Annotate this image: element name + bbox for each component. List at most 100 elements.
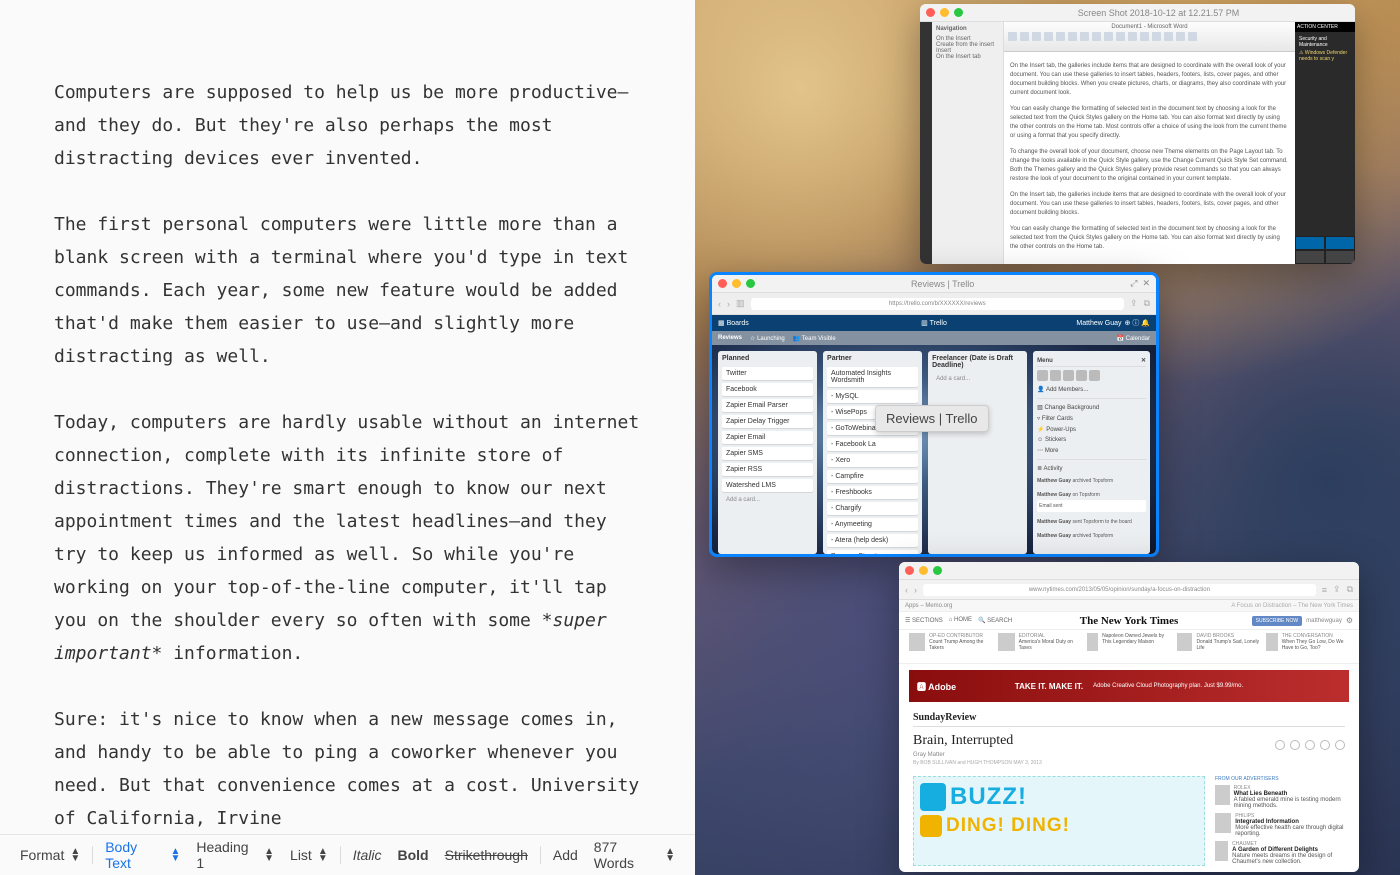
list-title: Planned (722, 355, 813, 362)
user-menu[interactable]: Matthew Guay ⊕ ⓘ 🔔 (1076, 318, 1150, 328)
tabs-icon[interactable]: ⧉ (1144, 298, 1150, 309)
home-button[interactable]: ⌂ HOME (949, 617, 972, 624)
bold-button[interactable]: Bold (394, 843, 433, 867)
nyt-logo[interactable]: The New York Times (1080, 615, 1179, 627)
close-icon[interactable]: ✕ (1142, 278, 1150, 289)
featured-item[interactable]: EDITORIALAmerica's Moral Duty on Taxes (998, 633, 1081, 660)
close-icon[interactable]: ✕ (1141, 357, 1146, 364)
list-freelancer[interactable]: Freelancer (Date is Draft Deadline) Add … (928, 351, 1027, 554)
trello-header: ▦ Boards ▥ Trello Matthew Guay ⊕ ⓘ 🔔 (712, 315, 1156, 331)
list-planned[interactable]: Planned Twitter Facebook Zapier Email Pa… (718, 351, 817, 554)
member-avatars (1037, 370, 1146, 381)
nyt-masthead: ☰ SECTIONS ⌂ HOME 🔍 SEARCH The New York … (899, 612, 1359, 630)
italic-button[interactable]: Italic (349, 843, 386, 867)
featured-item[interactable]: Napoleon Owned Jewels by This Legendary … (1087, 633, 1170, 660)
add-button[interactable]: Add (549, 843, 582, 867)
share-icon[interactable]: ⇪ (1333, 584, 1341, 595)
search-button[interactable]: 🔍 SEARCH (978, 617, 1012, 624)
traffic-lights[interactable] (905, 566, 942, 575)
menu-item[interactable]: ▿ Filter Cards (1037, 413, 1146, 424)
list-title: Freelancer (Date is Draft Deadline) (932, 355, 1023, 369)
reader-icon[interactable]: ≡ (1322, 585, 1327, 595)
paragraph: Computers are supposed to help us be mor… (54, 76, 641, 175)
menu-item[interactable]: ⚡ Power-Ups (1037, 424, 1146, 435)
mission-control-pane: Screen Shot 2018-10-12 at 12.21.57 PM Na… (695, 0, 1400, 875)
featured-item[interactable]: DAVID BROOKSDonald Trump's Sad, Lonely L… (1177, 633, 1260, 660)
card[interactable]: - Freshbooks (827, 486, 918, 499)
address-bar[interactable]: www.nytimes.com/2013/05/05/opinion/sunda… (923, 584, 1316, 596)
style-heading-1[interactable]: Heading 1▲▼ (192, 835, 278, 875)
card[interactable]: - Atera (help desk) (827, 534, 918, 547)
side-item[interactable]: ROLEXWhat Lies BeneathA fabled emerald m… (1215, 785, 1345, 809)
back-icon[interactable]: ‹ (718, 299, 721, 309)
card[interactable]: Zapier Delay Trigger (722, 415, 813, 428)
share-icon[interactable]: ⇪ (1130, 298, 1138, 309)
trello-board[interactable]: Planned Twitter Facebook Zapier Email Pa… (712, 345, 1156, 557)
window-title: Reviews | Trello (760, 279, 1125, 289)
address-bar[interactable]: https://trello.com/b/XXXXXX/reviews (751, 298, 1125, 310)
traffic-lights[interactable] (718, 279, 755, 288)
forward-icon[interactable]: › (727, 299, 730, 309)
add-members-button[interactable]: 👤 Add Members... (1037, 384, 1146, 395)
activity-item: Matthew Guay archived Topsform (1037, 474, 1146, 488)
bookmarks-bar[interactable]: Apps – Memo.orgA Focus on Distraction – … (899, 600, 1359, 612)
traffic-lights[interactable] (926, 8, 963, 17)
paragraph: The first personal computers were little… (54, 208, 641, 373)
sidebar-icon[interactable]: ▥ (736, 298, 745, 309)
section-name[interactable]: SundayReview (913, 712, 1345, 727)
adobe-logo: 🅰 Adobe (917, 680, 956, 693)
window-nytimes[interactable]: ‹ › www.nytimes.com/2013/05/05/opinion/s… (899, 562, 1359, 872)
titlebar[interactable]: Reviews | Trello ⤢ ✕ (712, 275, 1156, 293)
board-menu-panel[interactable]: Menu✕ 👤 Add Members... ▧ Change Backgrou… (1033, 351, 1150, 554)
featured-item[interactable]: OP-ED CONTRIBUTORCount Trump Among the T… (909, 633, 992, 660)
social-links[interactable] (1275, 740, 1345, 750)
style-body-text[interactable]: Body Text▲▼ (101, 835, 184, 875)
advertiser-sidebar: FROM OUR ADVERTISERS ROLEXWhat Lies Bene… (1215, 776, 1345, 869)
word-count[interactable]: 877 Words▲▼ (590, 835, 679, 875)
add-card[interactable]: Add a card... (722, 495, 813, 505)
style-list[interactable]: List▲▼ (286, 843, 332, 867)
activity-item: Matthew Guay on TopsformEmail sent (1037, 488, 1146, 515)
menu-item[interactable]: ▧ Change Background (1037, 402, 1146, 413)
side-item[interactable]: PHILIPSIntegrated InformationMore effect… (1215, 813, 1345, 837)
card[interactable]: Process Street (827, 550, 918, 557)
ad-banner[interactable]: 🅰 Adobe TAKE IT. MAKE IT. Adobe Creative… (909, 670, 1349, 702)
card[interactable]: Zapier Email Parser (722, 399, 813, 412)
paragraph: Sure: it's nice to know when a new messa… (54, 703, 641, 834)
card[interactable]: Watershed LMS (722, 479, 813, 492)
featured-item[interactable]: THE CONVERSATIONWhen They Go Low, Do We … (1266, 633, 1349, 660)
format-menu[interactable]: Format▲▼ (16, 843, 84, 867)
titlebar[interactable] (899, 562, 1359, 580)
card[interactable]: - Anymeeting (827, 518, 918, 531)
strikethrough-button[interactable]: Strikethrough (441, 843, 532, 867)
card[interactable]: - MySQL (827, 390, 918, 403)
window-word-screenshot[interactable]: Screen Shot 2018-10-12 at 12.21.57 PM Na… (920, 4, 1355, 264)
document-body[interactable]: Computers are supposed to help us be mor… (0, 0, 695, 834)
card[interactable]: Facebook (722, 383, 813, 396)
boards-button[interactable]: ▦ Boards (718, 319, 749, 327)
back-icon[interactable]: ‹ (905, 585, 908, 595)
card[interactable]: - Campfire (827, 470, 918, 483)
card[interactable]: Zapier Email (722, 431, 813, 444)
card[interactable]: Twitter (722, 367, 813, 380)
titlebar[interactable]: Screen Shot 2018-10-12 at 12.21.57 PM (920, 4, 1355, 22)
menu-item[interactable]: ⋯ More (1037, 445, 1146, 456)
add-card[interactable]: Add a card... (932, 374, 1023, 384)
card[interactable]: Zapier SMS (722, 447, 813, 460)
card[interactable]: - Xero (827, 454, 918, 467)
word-document-page: On the Insert tab, the galleries include… (1004, 52, 1295, 264)
card[interactable]: Zapier RSS (722, 463, 813, 476)
side-item[interactable]: CHAUMETA Garden of Different DelightsNat… (1215, 841, 1345, 865)
fullscreen-icon[interactable]: ⤢ (1130, 278, 1137, 289)
gear-icon[interactable]: ⚙ (1346, 616, 1353, 625)
card[interactable]: Automated Insights Wordsmith (827, 367, 918, 387)
card[interactable]: - Facebook La (827, 438, 918, 451)
tabs-icon[interactable]: ⧉ (1347, 584, 1353, 595)
forward-icon[interactable]: › (914, 585, 917, 595)
card[interactable]: - Chargify (827, 502, 918, 515)
account-button[interactable]: matthewguay (1306, 618, 1342, 624)
list-partner[interactable]: Partner Automated Insights Wordsmith - M… (823, 351, 922, 554)
sections-button[interactable]: ☰ SECTIONS (905, 617, 943, 624)
subscribe-button[interactable]: SUBSCRIBE NOW (1252, 616, 1303, 626)
menu-item[interactable]: ☺ Stickers (1037, 435, 1146, 445)
